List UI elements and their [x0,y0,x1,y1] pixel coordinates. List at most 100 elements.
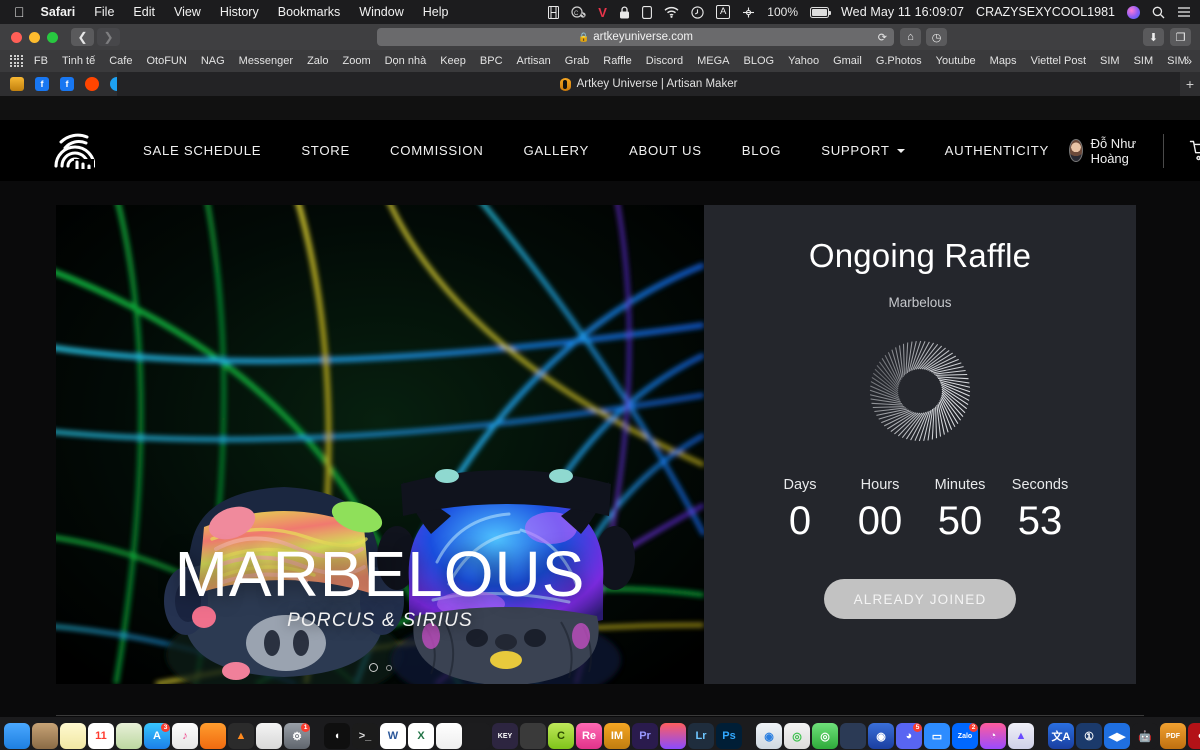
dock-item-imdb[interactable]: IM [604,723,630,749]
dock-item-discord[interactable]: ◕ 5 [896,723,922,749]
dock-item-excel[interactable]: X [408,723,434,749]
dock-item-translate[interactable]: 文A [1048,723,1074,749]
bookmark-bpc[interactable]: BPC [480,55,503,67]
dock-item-final-cut[interactable] [660,723,686,749]
dock-item-acrobat[interactable]: ▲ [1008,723,1034,749]
dock-item-contacts[interactable] [32,723,58,749]
pinned-tab-facebook[interactable]: f [31,74,53,94]
pinned-tab-reddit[interactable] [81,74,103,94]
carousel-dot-2[interactable] [385,664,392,671]
dock-item-itunes[interactable]: ♪ [172,723,198,749]
dock-item-messenger[interactable]: ◔ [980,723,1006,749]
active-tab[interactable]: Artkey Universe | Artisan Maker [117,72,1180,96]
reload-icon[interactable]: ⟳ [878,31,887,44]
bookmarks-grid-icon[interactable] [10,54,23,68]
bookmark-gphotos[interactable]: G.Photos [876,55,922,67]
dock-item-taskbar-app[interactable] [840,723,866,749]
dock-item-cpu-tool[interactable] [520,723,546,749]
dock-item-word[interactable]: W [380,723,406,749]
bookmark-artisan[interactable]: Artisan [517,55,551,67]
dock-item-evernote[interactable]: C [548,723,574,749]
wifi-icon[interactable] [664,6,679,18]
bookmark-blog[interactable]: BLOG [744,55,775,67]
search-icon[interactable] [1152,6,1165,19]
menu-item-help[interactable]: Help [423,5,449,19]
close-window-button[interactable] [11,31,22,43]
dock-item-spark[interactable]: ◖ [324,723,350,749]
pinned-tab-artkey[interactable] [6,74,28,94]
control-center-icon[interactable] [1177,6,1191,18]
dock-item-hotspot-shield[interactable]: ◀▶ [1104,723,1130,749]
dock-item-lightroom[interactable]: Lr [688,723,714,749]
dock-item-vlc[interactable]: ▲ [228,723,254,749]
sidebar-item-about-us[interactable]: ABOUT US [609,143,722,158]
forward-chevron-icon[interactable]: ❯ [97,28,120,46]
bookmark-nag[interactable]: NAG [201,55,225,67]
bookmark-youtube[interactable]: Youtube [936,55,976,67]
bookmark-raffle[interactable]: Raffle [603,55,632,67]
dock-item-books[interactable] [200,723,226,749]
address-bar[interactable]: 🔒 artkeyuniverse.com ⟳ [377,28,894,46]
dock-item-chrome-circle[interactable]: ◎ [812,723,838,749]
menu-bar-clock[interactable]: Wed May 11 16:09:07 [841,5,964,19]
sidebar-item-commission[interactable]: COMMISSION [370,143,503,158]
dock-item-safari[interactable]: ◉ [756,723,782,749]
maximize-window-button[interactable] [47,31,58,43]
v-letter-icon[interactable]: V [598,5,607,20]
dock-item-maps[interactable] [116,723,142,749]
carousel-dot-1[interactable] [368,663,378,672]
bookmark-cafe[interactable]: Cafe [109,55,132,67]
dock-item-pages[interactable] [256,723,282,749]
bookmark-zalo[interactable]: Zalo [307,55,328,67]
bookmark-grab[interactable]: Grab [565,55,589,67]
tab-overview-icon[interactable]: ❐ [1170,28,1191,46]
menu-item-edit[interactable]: Edit [133,5,155,19]
pinned-tab-facebook-2[interactable]: f [56,74,78,94]
bookmark-yahoo[interactable]: Yahoo [788,55,819,67]
siri-icon[interactable] [1127,5,1140,19]
sidebar-item-blog[interactable]: BLOG [722,143,801,158]
dock-item-powerpoint[interactable] [436,723,462,749]
dock-item-android-file-transfer[interactable]: 🤖 [1132,723,1158,749]
dock-item-chrome-green[interactable]: ◎ [784,723,810,749]
home-icon[interactable]: ⌂ [900,28,921,46]
lock-icon[interactable] [619,5,630,19]
menu-item-view[interactable]: View [174,5,201,19]
menu-item-window[interactable]: Window [359,5,403,19]
sidebar-item-sale-schedule[interactable]: SALE SCHEDULE [123,143,281,158]
bookmark-tinhte[interactable]: Tinh tế [62,55,95,67]
downloads-icon[interactable]: ⬇ [1143,28,1164,46]
dock-item-rePro[interactable]: Re [576,723,602,749]
bookmark-viettel-post[interactable]: Viettel Post [1031,55,1086,67]
dock-item-zoom[interactable]: ▭ [924,723,950,749]
apple-icon[interactable]:  [14,5,25,19]
dock-item-keynote[interactable]: KEY [492,723,518,749]
fingerprint-logo-icon[interactable] [53,133,96,171]
sidebar-item-support[interactable]: SUPPORT [801,143,924,158]
dock-item-terminal[interactable]: >_ [352,723,378,749]
dock-item-firered[interactable]: ● [1188,723,1200,749]
bookmark-sim-2[interactable]: SIM [1134,55,1154,67]
sidebar-item-gallery[interactable]: GALLERY [503,143,609,158]
bookmark-donnha[interactable]: Dọn nhà [385,55,427,67]
back-chevron-icon[interactable]: ❮ [71,28,94,46]
dock-item-system-preferences[interactable]: ⚙ 1 [284,723,310,749]
dock-item-camera-app[interactable]: ◉ [868,723,894,749]
bookmark-sim-1[interactable]: SIM [1100,55,1120,67]
sidebar-item-authenticity[interactable]: AUTHENTICITY [925,143,1069,158]
bookmark-fb[interactable]: FB [34,55,48,67]
already-joined-button[interactable]: ALREADY JOINED [824,579,1016,619]
menu-bar-username[interactable]: CRAZYSEXYCOOL1981 [976,5,1115,19]
camera-off-icon[interactable]: C [571,6,586,18]
bookmark-keep[interactable]: Keep [440,55,466,67]
dock-item-premiere-pro[interactable]: Pr [632,723,658,749]
plus-icon[interactable]: + [1186,76,1194,92]
bookmark-gmail[interactable]: Gmail [833,55,862,67]
dock-item-photoshop[interactable]: Ps [716,723,742,749]
dock-item-zalo[interactable]: Zalo 2 [952,723,978,749]
history-clock-icon[interactable]: ◷ [926,28,947,46]
film-strip-icon[interactable] [548,5,560,19]
sidebar-item-store[interactable]: STORE [281,143,370,158]
bookmark-maps[interactable]: Maps [990,55,1017,67]
bookmark-otofun[interactable]: OtoFUN [146,55,186,67]
